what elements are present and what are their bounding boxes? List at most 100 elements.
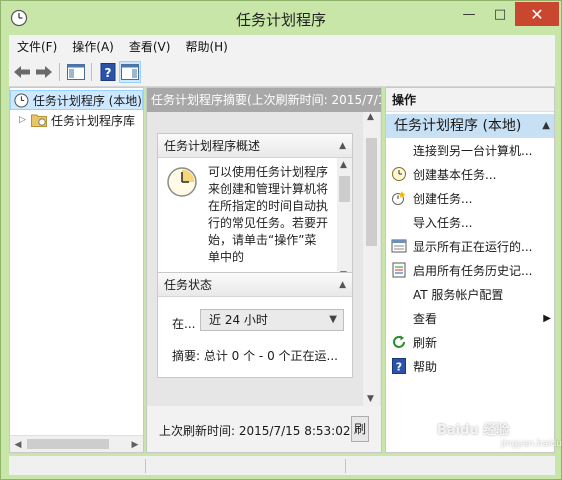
forward-arrow-icon xyxy=(36,66,52,78)
summary-footer: 上次刷新时间: 2015/7/15 8:53:02 刷 xyxy=(147,406,381,452)
toolbar: ? xyxy=(9,57,555,87)
last-refresh-time: 上次刷新时间: 2015/7/15 8:53:02 xyxy=(159,424,351,438)
scroll-thumb[interactable] xyxy=(27,439,109,449)
actions-group-label: 任务计划程序 (本地) xyxy=(394,118,522,134)
menu-action[interactable]: 操作(A) xyxy=(72,38,114,55)
action-show-running[interactable]: 显示所有正在运行的... xyxy=(386,234,554,258)
action-view[interactable]: 查看 ▶ xyxy=(386,306,554,330)
task-status-header[interactable]: 任务状态 ▲ xyxy=(158,273,352,297)
action-label: 导入任务... xyxy=(413,215,473,230)
console-tree-icon xyxy=(67,64,85,80)
summary-panel: 任务计划程序摘要(上次刷新时间: 2015/7/15 8:53:02) 任务计划… xyxy=(146,87,382,453)
task-status-section: 任务状态 ▲ 在... 近 24 小时 ▼ 摘要: 总计 0 个 - 0 个正在… xyxy=(157,272,353,378)
refresh-icon xyxy=(393,335,405,348)
help-toolbar-button[interactable]: ? xyxy=(97,61,119,83)
folder-clock-icon xyxy=(31,114,47,127)
task-status-title: 任务状态 xyxy=(164,278,213,292)
action-label: 帮助 xyxy=(413,359,438,374)
menu-file[interactable]: 文件(F) xyxy=(17,38,57,55)
console-tree: 任务计划程序 (本地) ▷ 任务计划程序库 ◀ ▶ xyxy=(9,87,144,453)
collapse-icon[interactable]: ▲ xyxy=(339,134,346,158)
action-refresh[interactable]: 刷新 xyxy=(386,330,554,354)
action-enable-history[interactable]: 启用所有任务历史记... xyxy=(386,258,554,282)
app-window: 任务计划程序 — □ ✕ 文件(F) 操作(A) 查看(V) 帮助(H) ? 任… xyxy=(0,0,562,480)
action-label: 启用所有任务历史记... xyxy=(413,263,533,278)
overview-title: 任务计划程序概述 xyxy=(164,139,261,153)
status-summary: 摘要: 总计 0 个 - 0 个正在运... xyxy=(172,349,338,363)
blank-icon xyxy=(391,214,407,230)
scroll-thumb[interactable] xyxy=(339,176,350,202)
baidu-watermark: Baidu 经验 xyxy=(437,423,510,438)
overview-body: 可以使用任务计划程序来创建和管理计算机将在所指定的时间自动执行的常见任务。若要开… xyxy=(158,158,352,282)
blank-icon xyxy=(391,142,407,158)
time-filter-select[interactable]: 近 24 小时 ▼ xyxy=(200,309,344,331)
tree-item-root[interactable]: 任务计划程序 (本地) xyxy=(10,90,143,110)
summary-scrollbar[interactable]: ▲ ▼ xyxy=(363,112,380,406)
scroll-left-icon[interactable]: ◀ xyxy=(10,438,26,451)
clock-icon xyxy=(167,167,197,197)
help-book-icon: ? xyxy=(100,63,116,81)
baidu-watermark-url: jingyan.baidu.com xyxy=(501,439,562,449)
show-action-pane-button[interactable] xyxy=(119,61,141,83)
minimize-button[interactable]: — xyxy=(454,2,484,26)
action-label: 查看 xyxy=(413,311,438,326)
tree-item-library[interactable]: ▷ 任务计划程序库 xyxy=(10,110,143,130)
clock-icon xyxy=(14,93,29,107)
back-button[interactable] xyxy=(11,61,33,83)
overview-section-header[interactable]: 任务计划程序概述 ▲ xyxy=(158,134,352,158)
action-at-service-config[interactable]: AT 服务帐户配置 xyxy=(386,282,554,306)
tree-item-label: 任务计划程序 (本地) xyxy=(32,93,142,108)
action-help[interactable]: ? 帮助 xyxy=(386,354,554,378)
forward-button[interactable] xyxy=(33,61,55,83)
scroll-up-icon[interactable]: ▲ xyxy=(340,160,347,170)
basic-task-icon xyxy=(392,167,406,181)
maximize-button[interactable]: □ xyxy=(485,2,515,26)
svg-text:?: ? xyxy=(396,361,402,374)
task-status-body: 在... 近 24 小时 ▼ 摘要: 总计 0 个 - 0 个正在运... xyxy=(158,297,352,377)
collapse-icon[interactable]: ▲ xyxy=(339,273,346,297)
time-filter-value: 近 24 小时 xyxy=(209,313,268,327)
scroll-up-icon[interactable]: ▲ xyxy=(367,112,374,122)
action-label: 创建基本任务... xyxy=(413,167,497,182)
scroll-down-icon[interactable]: ▼ xyxy=(367,394,374,404)
overview-scrollbar[interactable]: ▲ ▼ xyxy=(337,158,352,282)
running-tasks-icon xyxy=(391,239,407,253)
submenu-arrow-icon: ▶ xyxy=(543,312,551,324)
history-icon xyxy=(392,262,406,278)
time-filter-label: 在... xyxy=(172,317,196,331)
blank-icon xyxy=(391,286,407,302)
actions-title: 操作 xyxy=(386,88,554,112)
action-label: 连接到另一台计算机... xyxy=(413,143,533,158)
refresh-button[interactable]: 刷 xyxy=(351,416,369,442)
show-console-tree-button[interactable] xyxy=(65,61,87,83)
status-bar xyxy=(9,455,555,475)
svg-text:?: ? xyxy=(105,66,112,80)
back-arrow-icon xyxy=(14,66,30,78)
toolbar-separator xyxy=(91,63,92,81)
actions-group-header[interactable]: 任务计划程序 (本地) ▲ xyxy=(386,114,554,138)
action-connect-computer[interactable]: 连接到另一台计算机... xyxy=(386,138,554,162)
scroll-thumb[interactable] xyxy=(366,138,377,246)
overview-text: 可以使用任务计划程序来创建和管理计算机将在所指定的时间自动执行的常见任务。若要开… xyxy=(208,165,329,264)
blank-icon xyxy=(391,310,407,326)
title-bar[interactable]: 任务计划程序 — □ ✕ xyxy=(1,1,561,35)
status-bar-divider xyxy=(145,459,146,473)
menu-view[interactable]: 查看(V) xyxy=(129,38,171,55)
tree-item-label: 任务计划程序库 xyxy=(51,113,136,128)
close-button[interactable]: ✕ xyxy=(515,2,559,26)
scroll-right-icon[interactable]: ▶ xyxy=(127,438,143,451)
action-pane-icon xyxy=(121,64,139,80)
toolbar-separator xyxy=(59,63,60,81)
chevron-down-icon: ▼ xyxy=(329,314,337,325)
action-import-task[interactable]: 导入任务... xyxy=(386,210,554,234)
action-create-task[interactable]: 创建任务... xyxy=(386,186,554,210)
menu-help[interactable]: 帮助(H) xyxy=(185,38,227,55)
collapse-icon[interactable]: ▲ xyxy=(542,114,550,138)
status-bar-divider xyxy=(345,459,346,473)
actions-pane: 操作 任务计划程序 (本地) ▲ 连接到另一台计算机... 创建基本任务... xyxy=(385,87,555,453)
action-label: AT 服务帐户配置 xyxy=(413,287,504,302)
action-create-basic-task[interactable]: 创建基本任务... xyxy=(386,162,554,186)
tree-horizontal-scrollbar[interactable]: ◀ ▶ xyxy=(10,435,143,452)
action-label: 刷新 xyxy=(413,335,438,350)
expand-icon[interactable]: ▷ xyxy=(19,115,31,125)
